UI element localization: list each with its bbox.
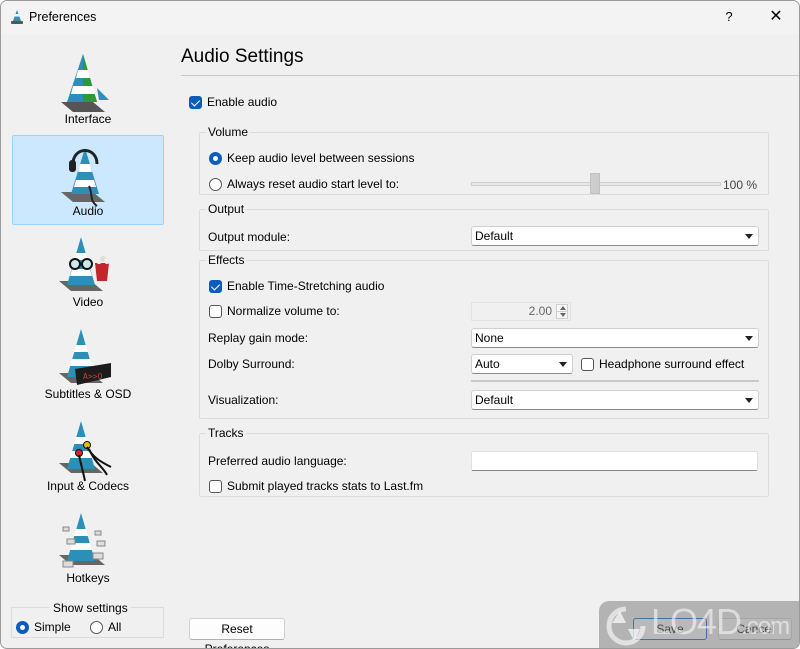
sidebar-item-audio[interactable]: Audio [12, 135, 164, 225]
sidebar-item-input-codecs[interactable]: Input & Codecs [12, 410, 164, 500]
select-value: Auto [475, 357, 500, 371]
title-divider [181, 75, 799, 76]
always-reset-radio[interactable]: Always reset audio start level to: [209, 177, 399, 191]
show-all-radio[interactable]: All [90, 620, 121, 634]
output-module-select[interactable]: Default [471, 226, 759, 246]
spinbox-value: 2.00 [528, 304, 552, 318]
title-bar: Preferences ? ✕ [1, 1, 799, 34]
vlc-cone-interface-icon [61, 54, 109, 112]
dolby-surround-select[interactable]: Auto [471, 354, 573, 374]
visualization-select[interactable]: Default [471, 390, 759, 410]
checkbox-indicator[interactable] [209, 479, 222, 493]
sidebar-item-label: Subtitles & OSD [44, 387, 132, 401]
radio-indicator[interactable] [16, 620, 29, 634]
vlc-cone-glasses-popcorn-icon [59, 237, 110, 291]
audio-level-value: 100 % [723, 178, 758, 192]
radio-indicator[interactable] [209, 151, 222, 165]
effects-separator [471, 380, 759, 382]
radio-indicator[interactable] [209, 177, 222, 191]
normalize-volume-checkbox[interactable]: Normalize volume to: [209, 304, 340, 318]
chevron-down-icon [745, 336, 753, 341]
preferred-language-label: Preferred audio language: [208, 454, 347, 468]
reset-preferences-button[interactable]: Reset Preferences [189, 618, 285, 648]
checkbox-label: Headphone surround effect [599, 357, 745, 371]
lastfm-checkbox[interactable]: Submit played tracks stats to Last.fm [209, 479, 423, 493]
vlc-cone-display-icon: A>>O [59, 329, 111, 385]
vlc-cone-keys-icon [59, 513, 106, 568]
sidebar-item-label: Video [72, 295, 104, 309]
help-button[interactable]: ? [716, 6, 742, 28]
checkbox-label: Enable Time-Stretching audio [227, 279, 385, 293]
select-value: Default [475, 393, 514, 407]
chevron-down-icon [745, 234, 753, 239]
chevron-down-icon [559, 362, 567, 367]
show-simple-radio[interactable]: Simple [16, 620, 71, 634]
effects-legend: Effects [206, 253, 247, 267]
radio-indicator[interactable] [90, 620, 103, 634]
preferred-language-input[interactable] [471, 451, 758, 471]
checkbox-label: Normalize volume to: [227, 304, 340, 318]
sidebar-item-video[interactable]: Video [12, 226, 164, 316]
checkbox-indicator[interactable] [209, 279, 222, 293]
radio-label: All [108, 620, 122, 634]
show-settings-legend: Show settings [50, 601, 131, 615]
headphone-surround-checkbox[interactable]: Headphone surround effect [581, 357, 744, 371]
checkbox-indicator[interactable] [209, 304, 222, 318]
radio-label: Simple [34, 620, 71, 634]
chevron-down-icon [745, 398, 753, 403]
checkbox-indicator[interactable] [189, 95, 202, 109]
radio-label: Always reset audio start level to: [227, 177, 400, 191]
keep-audio-level-radio[interactable]: Keep audio level between sessions [209, 151, 414, 165]
preferences-window: Preferences ? ✕ Interface Audio Video A>… [0, 0, 800, 649]
volume-legend: Volume [206, 125, 251, 139]
radio-label: Keep audio level between sessions [227, 151, 415, 165]
close-button[interactable]: ✕ [761, 6, 791, 28]
page-title: Audio Settings [181, 46, 304, 67]
enable-audio-checkbox[interactable]: Enable audio [189, 95, 277, 109]
vlc-app-icon [11, 10, 23, 24]
spin-down-icon[interactable] [556, 311, 568, 319]
select-value: Default [475, 229, 514, 243]
checkbox-label: Enable audio [207, 95, 278, 109]
replay-gain-label: Replay gain mode: [208, 331, 309, 345]
normalize-volume-spinbox[interactable]: 2.00 [471, 302, 571, 321]
dolby-surround-label: Dolby Surround: [208, 357, 295, 371]
watermark-logo-icon [606, 606, 646, 646]
sidebar-item-label: Audio [72, 204, 104, 218]
svg-text:A>>O: A>>O [83, 372, 102, 381]
show-settings-group: Show settings Simple All [11, 601, 164, 638]
visualization-label: Visualization: [208, 393, 279, 407]
sidebar-item-interface[interactable]: Interface [12, 43, 164, 133]
replay-gain-select[interactable]: None [471, 328, 759, 348]
sidebar-item-label: Input & Codecs [46, 479, 130, 493]
output-module-label: Output module: [208, 230, 291, 244]
sidebar-item-label: Interface [64, 112, 112, 126]
checkbox-label: Submit played tracks stats to Last.fm [227, 479, 424, 493]
cancel-button[interactable]: Cancel [718, 618, 792, 640]
vlc-cone-headphones-icon [61, 148, 105, 207]
sidebar-item-hotkeys[interactable]: Hotkeys [12, 502, 164, 592]
sidebar-item-subtitles-osd[interactable]: A>>O Subtitles & OSD [12, 318, 164, 408]
output-legend: Output [206, 202, 247, 216]
select-value: None [475, 331, 504, 345]
time-stretching-checkbox[interactable]: Enable Time-Stretching audio [209, 279, 384, 293]
checkbox-indicator[interactable] [581, 357, 594, 371]
sidebar-item-label: Hotkeys [66, 571, 110, 585]
vlc-cone-cables-icon [59, 421, 112, 482]
tracks-legend: Tracks [206, 426, 246, 440]
audio-level-slider-thumb[interactable] [590, 173, 600, 194]
window-title: Preferences [29, 10, 97, 24]
